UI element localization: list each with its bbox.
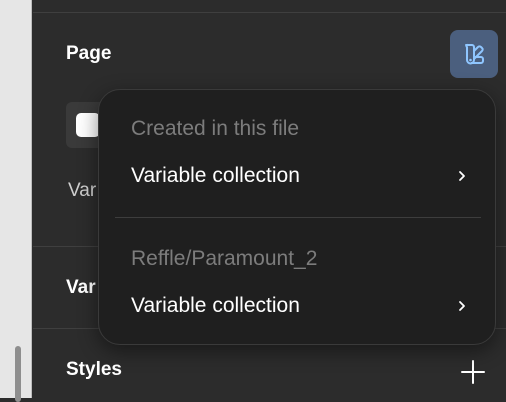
scrollbar-thumb[interactable] bbox=[15, 346, 21, 402]
variable-collection-menu: Created in this file Variable collection… bbox=[98, 89, 496, 345]
variable-mode-button[interactable] bbox=[450, 30, 498, 78]
variables-section-title: Var bbox=[66, 277, 96, 298]
menu-item-variable-collection-library[interactable]: Variable collection bbox=[115, 286, 479, 326]
menu-group-header: Reffle/Paramount_2 bbox=[131, 247, 318, 270]
scrollbar-track[interactable] bbox=[0, 0, 32, 402]
styles-section-title: Styles bbox=[66, 359, 122, 380]
variable-mode-icon bbox=[465, 43, 484, 65]
divider bbox=[33, 12, 506, 13]
menu-item-variable-collection-local[interactable]: Variable collection bbox=[115, 156, 479, 196]
menu-item-label: Variable collection bbox=[131, 164, 300, 187]
variables-label: Var bbox=[68, 180, 97, 201]
menu-group-header: Created in this file bbox=[131, 117, 300, 140]
page-section-title: Page bbox=[66, 43, 112, 64]
add-style-icon[interactable] bbox=[460, 359, 486, 385]
menu-separator bbox=[115, 217, 481, 218]
menu-item-label: Variable collection bbox=[131, 294, 300, 317]
chevron-right-icon bbox=[459, 171, 465, 181]
chevron-right-icon bbox=[459, 301, 465, 311]
color-swatch[interactable] bbox=[76, 113, 100, 137]
